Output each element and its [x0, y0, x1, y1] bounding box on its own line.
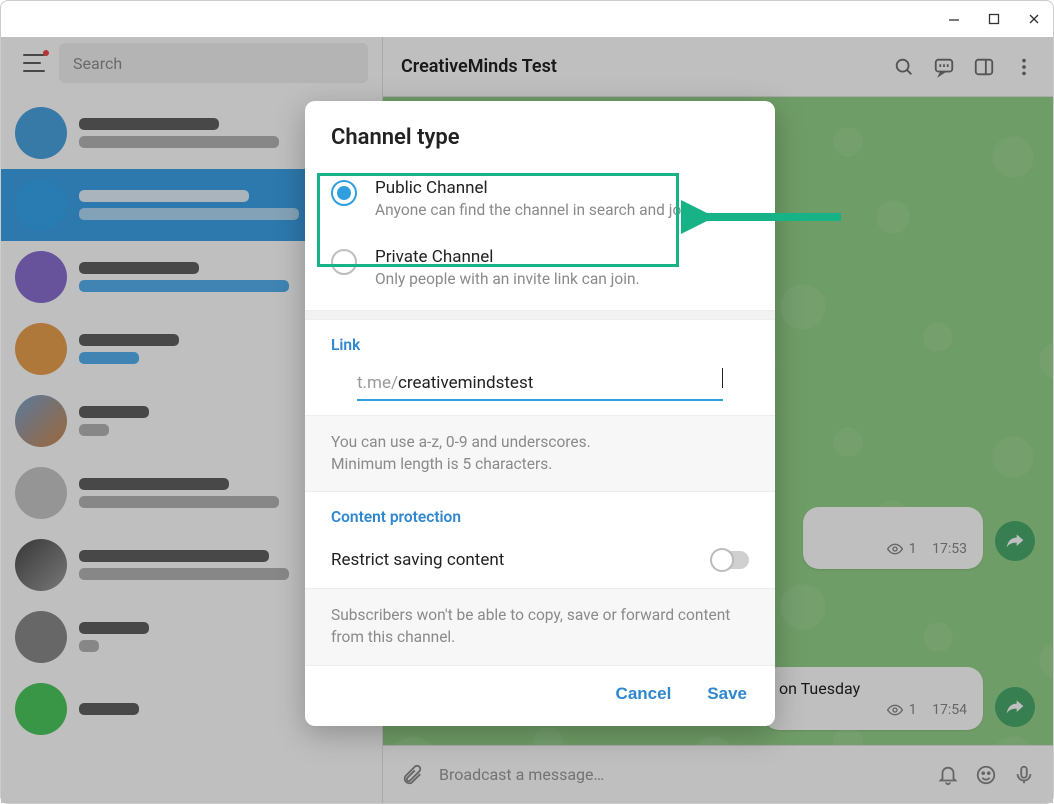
option-description: Anyone can find the channel in search an… — [375, 200, 694, 221]
modal-title: Channel type — [305, 101, 775, 166]
cancel-button[interactable]: Cancel — [616, 684, 672, 704]
option-title: Private Channel — [375, 247, 640, 267]
content-protection-label: Content protection — [305, 492, 775, 532]
modal-actions: Cancel Save — [305, 666, 775, 726]
link-hint: You can use a-z, 0-9 and underscores. Mi… — [305, 415, 775, 492]
restrict-toggle[interactable] — [711, 551, 749, 569]
maximize-button[interactable] — [985, 10, 1003, 28]
channel-type-modal: Channel type Public Channel Anyone can f… — [305, 101, 775, 726]
text-cursor — [722, 368, 723, 388]
restrict-hint: Subscribers won't be able to copy, save … — [305, 588, 775, 665]
titlebar — [1, 1, 1053, 37]
radio-unselected-icon — [331, 249, 357, 275]
link-section-label: Link — [305, 320, 775, 360]
restrict-label: Restrict saving content — [331, 550, 504, 570]
restrict-saving-row[interactable]: Restrict saving content — [305, 532, 775, 588]
option-description: Only people with an invite link can join… — [375, 269, 640, 290]
link-input[interactable]: creativemindstest — [398, 373, 721, 393]
public-channel-option[interactable]: Public Channel Anyone can find the chann… — [305, 166, 775, 235]
option-title: Public Channel — [375, 178, 694, 198]
app-window: Search CreativeMinds Test — [0, 0, 1054, 804]
link-prefix: t.me/ — [357, 373, 398, 393]
private-channel-option[interactable]: Private Channel Only people with an invi… — [305, 235, 775, 310]
radio-selected-icon — [331, 180, 357, 206]
link-input-row[interactable]: t.me/ creativemindstest — [357, 360, 723, 401]
minimize-button[interactable] — [945, 10, 963, 28]
save-button[interactable]: Save — [707, 684, 747, 704]
close-button[interactable] — [1025, 10, 1043, 28]
